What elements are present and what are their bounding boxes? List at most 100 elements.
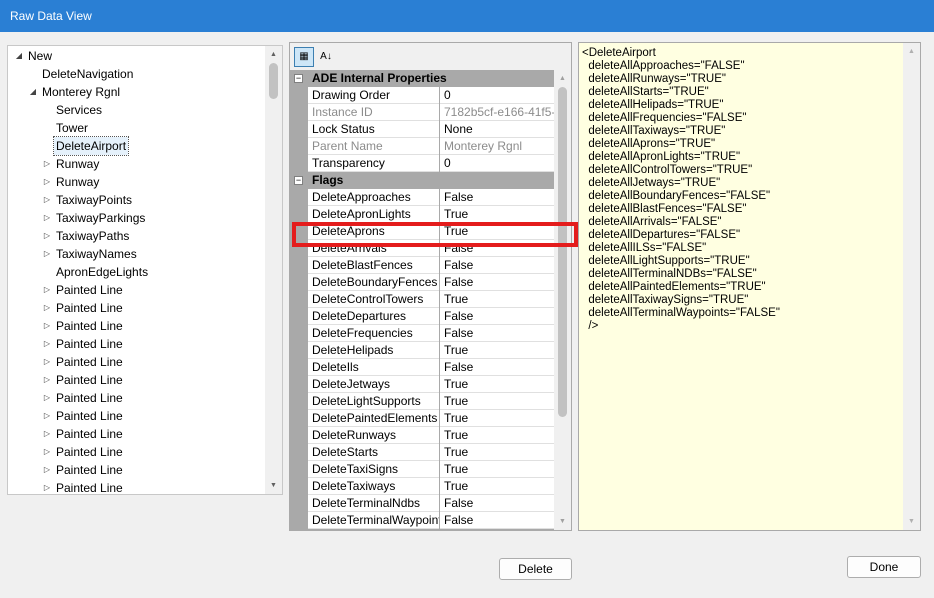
property-row[interactable]: DeleteApronLights True: [290, 206, 554, 223]
property-row[interactable]: Lock Status None: [290, 121, 554, 138]
tree-expander-icon[interactable]: ▷: [40, 173, 54, 191]
tree-expander-icon[interactable]: ▷: [40, 425, 54, 443]
tree-item[interactable]: ▷ Painted Line: [40, 425, 125, 443]
property-row[interactable]: DeleteDepartures False: [290, 308, 554, 325]
property-name[interactable]: Transparency: [308, 155, 439, 172]
property-value[interactable]: True: [440, 291, 554, 308]
property-value[interactable]: True: [440, 427, 554, 444]
tree-item[interactable]: DeleteAirport: [40, 136, 130, 156]
property-value[interactable]: None: [440, 121, 554, 138]
property-name[interactable]: DeleteTerminalWaypoints: [308, 512, 439, 529]
property-value[interactable]: 0: [440, 155, 554, 172]
property-value[interactable]: 0: [440, 87, 554, 104]
property-value[interactable]: True: [440, 461, 554, 478]
property-row[interactable]: DeleteApproaches False: [290, 189, 554, 206]
property-name[interactable]: DeleteJetways: [308, 376, 439, 393]
property-value[interactable]: True: [440, 376, 554, 393]
property-name[interactable]: DeleteBoundaryFences: [308, 274, 439, 291]
tree-expander-icon[interactable]: ▷: [40, 461, 54, 479]
property-row[interactable]: DeleteTaxiSigns True: [290, 461, 554, 478]
tree-item[interactable]: ▷ TaxiwayPoints: [40, 191, 134, 209]
property-row[interactable]: DeleteHelipads True: [290, 342, 554, 359]
property-row[interactable]: DeleteTerminalNdbs False: [290, 495, 554, 512]
collapse-toggle-icon[interactable]: −: [294, 176, 303, 185]
tree-item[interactable]: ▷ Painted Line: [40, 371, 125, 389]
property-row[interactable]: DeleteArrivals False: [290, 240, 554, 257]
tree-item[interactable]: Services: [40, 101, 104, 119]
property-name[interactable]: DeleteApronLights: [308, 206, 439, 223]
property-value[interactable]: False: [440, 308, 554, 325]
tree-item[interactable]: ▷ TaxiwayParkings: [40, 209, 147, 227]
done-button[interactable]: Done: [847, 556, 921, 578]
tree-item[interactable]: ApronEdgeLights: [40, 263, 150, 281]
scroll-up-arrow-icon[interactable]: ▲: [265, 46, 282, 63]
delete-button[interactable]: Delete: [499, 558, 572, 580]
tree-scroll-thumb[interactable]: [269, 63, 278, 99]
property-row[interactable]: DeleteBoundaryFences False: [290, 274, 554, 291]
property-name[interactable]: DeletePaintedElements: [308, 410, 439, 427]
property-name[interactable]: DeleteFrequencies: [308, 325, 439, 342]
property-name[interactable]: DeleteApproaches: [308, 189, 439, 206]
property-name[interactable]: Instance ID: [308, 104, 439, 121]
tree-item[interactable]: ◢ New: [12, 47, 54, 65]
tree-expander-icon[interactable]: ▷: [40, 407, 54, 425]
tree-expander-icon[interactable]: ▷: [40, 353, 54, 371]
tree-item[interactable]: ◢ Monterey Rgnl: [26, 83, 122, 101]
property-row[interactable]: DeleteAprons True: [290, 223, 554, 240]
property-name[interactable]: DeleteStarts: [308, 444, 439, 461]
property-name[interactable]: DeleteTaxiSigns: [308, 461, 439, 478]
tree-item[interactable]: ▷ Painted Line: [40, 479, 125, 494]
tree-expander-icon[interactable]: ▷: [40, 227, 54, 245]
scroll-down-arrow-icon[interactable]: ▼: [265, 477, 282, 494]
scroll-up-arrow-icon[interactable]: ▲: [554, 70, 571, 87]
tree-expander-icon[interactable]: ▷: [40, 299, 54, 317]
tree-item[interactable]: ▷ Painted Line: [40, 353, 125, 371]
property-value[interactable]: True: [440, 342, 554, 359]
property-category[interactable]: − Flags: [290, 172, 554, 189]
property-value[interactable]: False: [440, 325, 554, 342]
property-value[interactable]: True: [440, 410, 554, 427]
scroll-up-arrow-icon[interactable]: ▲: [903, 43, 920, 60]
tree-expander-icon[interactable]: ▷: [40, 443, 54, 461]
property-name[interactable]: DeleteLightSupports: [308, 393, 439, 410]
property-row[interactable]: Parent Name Monterey Rgnl: [290, 138, 554, 155]
tree-expander-icon[interactable]: ▷: [40, 245, 54, 263]
tree-expander-icon[interactable]: ▷: [40, 191, 54, 209]
tree-item[interactable]: ▷ TaxiwayPaths: [40, 227, 131, 245]
tree-expander-icon[interactable]: ◢: [12, 47, 26, 65]
property-value[interactable]: False: [440, 359, 554, 376]
tree-item[interactable]: ▷ Painted Line: [40, 389, 125, 407]
property-value[interactable]: True: [440, 206, 554, 223]
property-row[interactable]: DeleteFrequencies False: [290, 325, 554, 342]
property-value[interactable]: False: [440, 495, 554, 512]
tree-expander-icon[interactable]: ▷: [40, 389, 54, 407]
xml-scrollbar[interactable]: ▲ ▼: [903, 43, 920, 530]
tree-expander-icon[interactable]: ▷: [40, 371, 54, 389]
property-row[interactable]: DeleteStarts True: [290, 444, 554, 461]
tree-expander-icon[interactable]: ▷: [40, 479, 54, 494]
property-name[interactable]: Drawing Order: [308, 87, 439, 104]
tree-item[interactable]: ▷ Painted Line: [40, 317, 125, 335]
property-grid-scrollbar[interactable]: ▲ ▼: [554, 70, 571, 530]
property-row[interactable]: DeleteJetways True: [290, 376, 554, 393]
property-value[interactable]: False: [440, 240, 554, 257]
property-name[interactable]: DeleteHelipads: [308, 342, 439, 359]
tree-expander-icon[interactable]: ▷: [40, 335, 54, 353]
property-name[interactable]: Lock Status: [308, 121, 439, 138]
property-row[interactable]: DeleteRunways True: [290, 427, 554, 444]
tree-item[interactable]: ▷ Painted Line: [40, 335, 125, 353]
tree-item[interactable]: ▷ Painted Line: [40, 299, 125, 317]
alphabetical-sort-icon[interactable]: A↓: [316, 47, 336, 67]
property-value[interactable]: False: [440, 257, 554, 274]
tree-item[interactable]: Tower: [40, 119, 90, 137]
property-value[interactable]: False: [440, 189, 554, 206]
property-row[interactable]: DeleteControlTowers True: [290, 291, 554, 308]
property-row[interactable]: Drawing Order 0: [290, 87, 554, 104]
tree-item[interactable]: ▷ Painted Line: [40, 281, 125, 299]
tree-expander-icon[interactable]: ▷: [40, 155, 54, 173]
property-row[interactable]: DeletePaintedElements True: [290, 410, 554, 427]
property-name[interactable]: Parent Name: [308, 138, 439, 155]
property-row[interactable]: DeleteTaxiways True: [290, 478, 554, 495]
property-name[interactable]: DeleteDepartures: [308, 308, 439, 325]
property-row[interactable]: DeleteLightSupports True: [290, 393, 554, 410]
